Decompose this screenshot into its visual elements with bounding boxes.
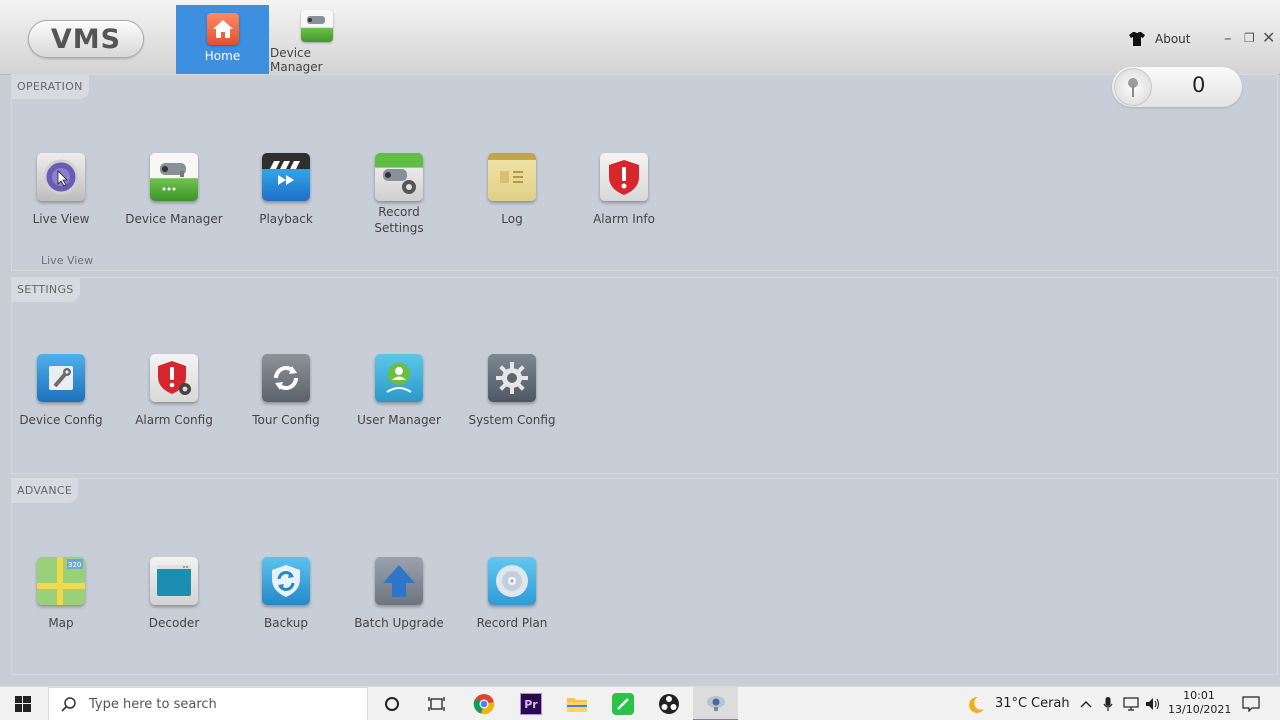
device-config-icon: [37, 354, 85, 402]
home-icon: [206, 13, 239, 45]
nav-tab-device-manager-label: Device Manager: [270, 46, 323, 74]
cortana-icon[interactable]: [376, 687, 408, 720]
tile-device-config[interactable]: Device Config: [6, 354, 116, 428]
batch-upgrade-icon: [375, 557, 423, 605]
tile-alarm-config-label: Alarm Config: [135, 413, 213, 427]
tile-system-config-label: System Config: [468, 413, 556, 427]
about-button[interactable]: About: [1128, 31, 1190, 47]
advance-title: ADVANCE: [12, 479, 79, 503]
tour-config-icon: [262, 354, 310, 402]
tile-device-manager-label: Device Manager: [125, 212, 223, 226]
obs-icon[interactable]: [653, 687, 685, 720]
clock-time: 10:01: [1183, 689, 1215, 702]
weather-icon: [964, 687, 988, 720]
green-app-icon[interactable]: [607, 687, 639, 720]
alarm-count: 0: [1192, 73, 1206, 97]
about-label: About: [1155, 32, 1191, 46]
clock-date: 13/10/2021: [1168, 703, 1232, 716]
weather-text[interactable]: Cerah: [1031, 696, 1070, 711]
user-manager-icon: [375, 354, 423, 402]
search-icon: [61, 697, 76, 712]
device-manager-icon: [150, 153, 198, 201]
notifications-icon[interactable]: [1238, 687, 1264, 720]
close-icon[interactable]: ✕: [1262, 30, 1275, 46]
operation-hint: Live View: [41, 254, 94, 267]
premiere-pro-icon[interactable]: Pr: [515, 687, 547, 720]
tile-map-label: Map: [48, 616, 74, 630]
map-badge: 320: [68, 561, 81, 569]
tile-record-plan-label: Record Plan: [476, 616, 548, 630]
advance-panel: ADVANCE 320 Map Decoder Backup Batch Upg…: [12, 479, 1277, 674]
live-view-icon: [37, 153, 85, 201]
operation-title: OPERATION: [12, 75, 89, 99]
minimize-icon[interactable]: –: [1224, 30, 1232, 46]
microphone-icon[interactable]: [1100, 687, 1116, 720]
tile-backup-label: Backup: [264, 616, 308, 630]
settings-panel: SETTINGS Device Config Alarm Config Tour…: [12, 278, 1277, 473]
tile-system-config[interactable]: System Config: [457, 354, 567, 428]
tile-decoder[interactable]: Decoder: [119, 557, 229, 631]
file-explorer-icon[interactable]: [561, 687, 593, 720]
tile-tour-config-label: Tour Config: [252, 413, 320, 427]
settings-title: SETTINGS: [12, 278, 80, 302]
tile-alarm-info[interactable]: Alarm Info: [569, 153, 679, 227]
alarm-bell-icon: [1114, 68, 1152, 106]
tile-device-manager[interactable]: Device Manager: [119, 153, 229, 227]
alarm-counter[interactable]: 0: [1112, 67, 1242, 107]
app-logo: VMS: [28, 20, 144, 58]
windows-taskbar: Type here to search Pr 31°C Cerah 10:01 …: [0, 686, 1280, 720]
tile-batch-upgrade[interactable]: Batch Upgrade: [344, 557, 454, 631]
tile-user-manager[interactable]: User Manager: [344, 354, 454, 428]
premiere-label: Pr: [524, 697, 538, 711]
tile-tour-config[interactable]: Tour Config: [231, 354, 341, 428]
tile-log[interactable]: Log: [457, 153, 567, 227]
tile-decoder-label: Decoder: [148, 616, 200, 630]
playback-icon: [262, 153, 310, 201]
tile-record-plan[interactable]: Record Plan: [457, 557, 567, 631]
device-manager-icon: [301, 10, 333, 42]
tile-record-settings-label: Record Settings: [374, 205, 424, 235]
weather-temp[interactable]: 31°C: [995, 696, 1027, 711]
nav-tab-home[interactable]: Home: [176, 5, 269, 75]
alarm-info-icon: [600, 153, 648, 201]
tile-backup[interactable]: Backup: [231, 557, 341, 631]
restore-icon[interactable]: ❐: [1244, 30, 1255, 46]
backup-icon: [262, 557, 310, 605]
tile-device-config-label: Device Config: [19, 413, 103, 427]
tile-map[interactable]: 320 Map: [6, 557, 116, 631]
operation-panel: OPERATION Live View Device Manager Playb…: [12, 75, 1277, 270]
chevron-up-icon[interactable]: [1078, 687, 1094, 720]
title-bar: VMS Home Device Manager About – ❐ ✕: [0, 0, 1280, 75]
decoder-icon: [150, 557, 198, 605]
tile-batch-upgrade-label: Batch Upgrade: [354, 616, 444, 630]
shirt-icon: [1129, 32, 1145, 46]
record-plan-icon: [488, 557, 536, 605]
nav-tab-home-label: Home: [204, 49, 241, 63]
tile-alarm-config[interactable]: Alarm Config: [119, 354, 229, 428]
tile-log-label: Log: [501, 212, 523, 226]
chrome-icon[interactable]: [468, 687, 500, 720]
app-logo-text: VMS: [50, 23, 122, 55]
tile-playback-label: Playback: [259, 212, 313, 226]
tile-record-settings[interactable]: Record Settings: [344, 153, 454, 236]
tile-alarm-info-label: Alarm Info: [593, 212, 655, 226]
nav-tab-device-manager[interactable]: Device Manager: [270, 5, 364, 75]
tile-user-manager-label: User Manager: [357, 413, 441, 427]
network-icon[interactable]: [1122, 687, 1140, 720]
task-view-icon[interactable]: [421, 687, 453, 720]
system-config-icon: [488, 354, 536, 402]
volume-icon[interactable]: [1144, 687, 1162, 720]
alarm-config-icon: [150, 354, 198, 402]
vms-taskbar-icon[interactable]: [693, 687, 738, 720]
log-icon: [488, 153, 536, 201]
tile-playback[interactable]: Playback: [231, 153, 341, 227]
taskbar-search-box[interactable]: Type here to search: [48, 687, 368, 720]
map-icon: 320: [37, 557, 85, 605]
windows-start-icon[interactable]: [0, 687, 46, 720]
tile-live-view[interactable]: Live View: [6, 143, 116, 227]
tile-live-view-label: Live View: [32, 212, 90, 226]
record-settings-icon: [375, 153, 423, 201]
search-placeholder: Type here to search: [89, 696, 217, 712]
taskbar-clock[interactable]: 10:01 13/10/2021: [1168, 689, 1232, 717]
